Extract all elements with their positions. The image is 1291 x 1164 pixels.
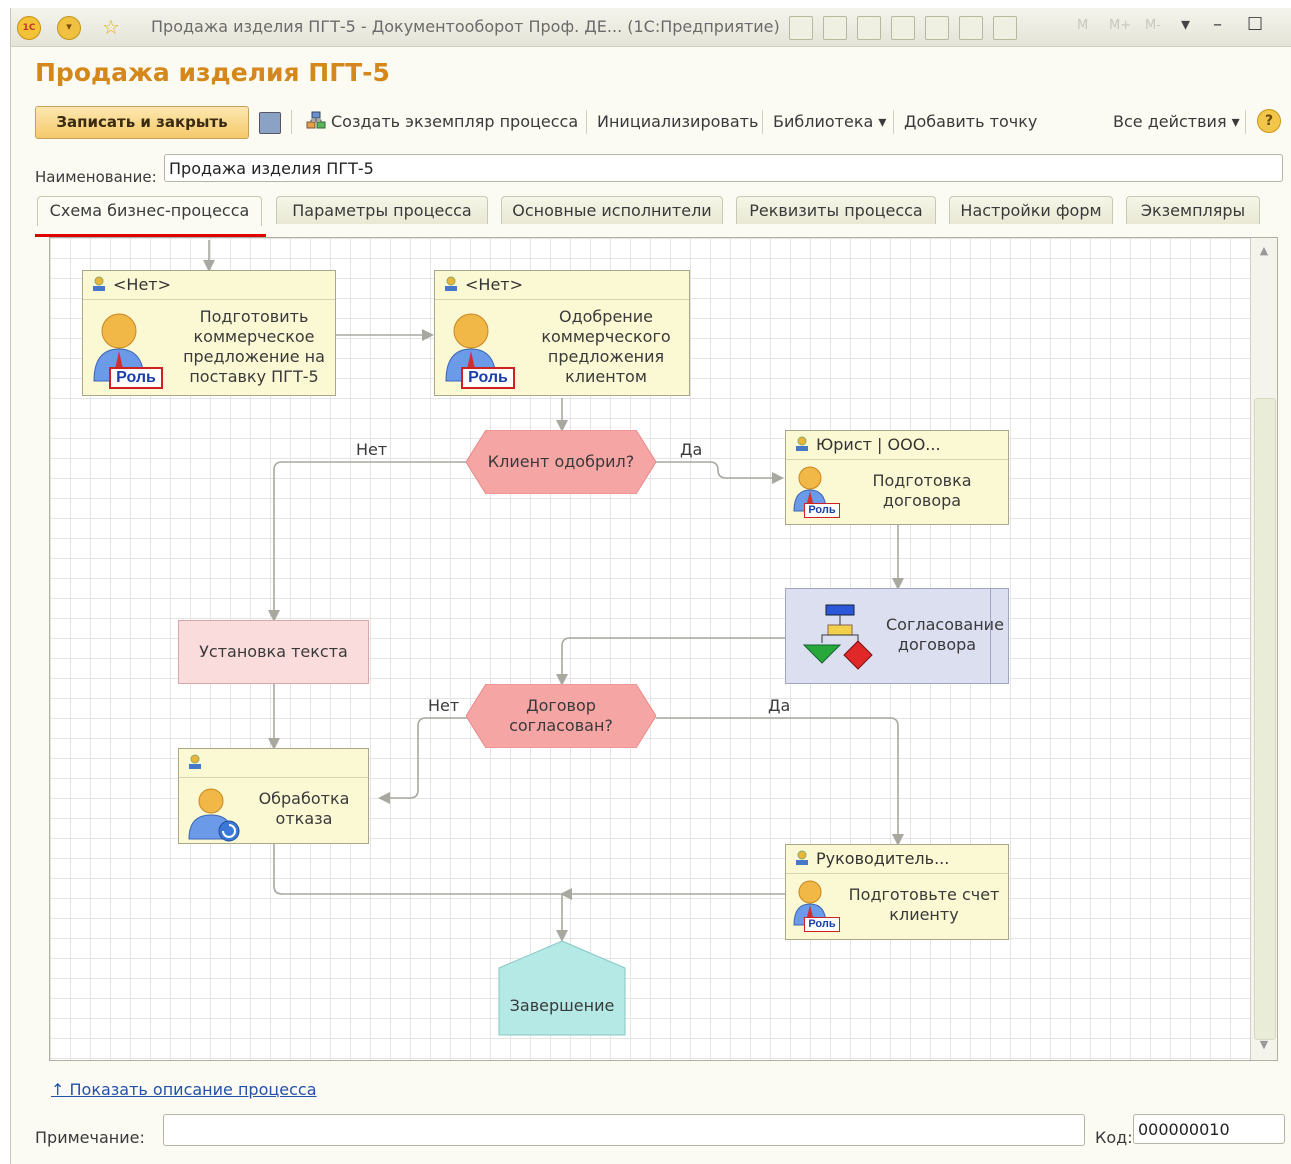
task-prepare-contract[interactable]: Юрист | ООО... Роль Подготовка договора bbox=[785, 430, 1009, 525]
end-text: Завершение bbox=[509, 996, 615, 1015]
process-instance-icon bbox=[306, 111, 326, 129]
action-text: Установка текста bbox=[199, 642, 348, 661]
toolbar-separator bbox=[762, 110, 763, 134]
app-window: 1С ▾ ☆ Продажа изделия ПГТ-5 - Документо… bbox=[10, 8, 1291, 1164]
task-prepare-invoice[interactable]: Руководитель... Роль Подготовьте счет кл… bbox=[785, 844, 1009, 940]
tab-process-schema[interactable]: Схема бизнес-процесса bbox=[37, 196, 262, 226]
favorites-icon[interactable] bbox=[925, 16, 949, 40]
subprocess-text: Согласование договора bbox=[886, 615, 1004, 654]
task-text: Одобрение коммерческого предложения клие… bbox=[541, 307, 671, 386]
task-performer-header: Руководитель... bbox=[786, 845, 1008, 874]
toolbar-separator bbox=[893, 110, 894, 134]
task-text: Подготовка договора bbox=[872, 471, 972, 510]
task-performer-name: <Нет> bbox=[113, 275, 172, 294]
branch-yes-label: Да bbox=[768, 696, 791, 715]
save-icon[interactable] bbox=[789, 16, 813, 40]
tab-form-settings[interactable]: Настройки форм bbox=[949, 196, 1113, 224]
tab-main-performers[interactable]: Основные исполнители bbox=[501, 196, 723, 224]
minimize-icon[interactable]: – bbox=[1213, 14, 1222, 35]
page-title: Продажа изделия ПГТ-5 bbox=[35, 58, 390, 87]
end-point[interactable] bbox=[498, 940, 626, 1036]
task-performer-header: <Нет> bbox=[435, 271, 689, 300]
calculator-icon[interactable] bbox=[959, 16, 983, 40]
person-icon bbox=[445, 276, 457, 291]
show-description-link[interactable]: ↑ Показать описание процесса bbox=[51, 1080, 317, 1099]
title-bar: 1С ▾ ☆ Продажа изделия ПГТ-5 - Документо… bbox=[11, 8, 1291, 47]
name-input[interactable]: Продажа изделия ПГТ-5 bbox=[164, 154, 1283, 182]
tab-instances[interactable]: Экземпляры bbox=[1126, 196, 1260, 224]
task-performer-header bbox=[179, 749, 368, 778]
process-diagram-canvas[interactable]: <Нет> Роль Подготовить коммерческое пред… bbox=[49, 237, 1278, 1061]
titlebar-tools bbox=[789, 16, 1017, 40]
dropdown-icon[interactable]: ▾ bbox=[1181, 14, 1190, 35]
maximize-icon[interactable]: ☐ bbox=[1247, 14, 1263, 35]
code-input[interactable]: 000000010 bbox=[1133, 1114, 1285, 1144]
role-badge: Роль bbox=[804, 917, 840, 932]
branch-no-label: Нет bbox=[356, 440, 388, 459]
memory-mplus-button[interactable]: M+ bbox=[1109, 18, 1131, 33]
library-menu-button[interactable]: Библиотека ▾ bbox=[773, 112, 886, 131]
task-performer-name: <Нет> bbox=[465, 275, 524, 294]
user-icon bbox=[188, 788, 240, 842]
task-performer-name: Юрист | ООО... bbox=[816, 435, 941, 454]
preview-icon[interactable] bbox=[857, 16, 881, 40]
initialize-button[interactable]: Инициализировать bbox=[597, 112, 758, 131]
main-menu-icon[interactable]: ▾ bbox=[57, 16, 81, 40]
scroll-up-icon[interactable]: ▲ bbox=[1256, 244, 1272, 260]
task-text: Обработка отказа bbox=[258, 789, 350, 828]
role-badge: Роль bbox=[804, 503, 840, 518]
role-badge: Роль bbox=[461, 367, 515, 389]
print-icon[interactable] bbox=[823, 16, 847, 40]
branch-no-label: Нет bbox=[428, 696, 460, 715]
floppy-save-icon[interactable] bbox=[259, 112, 281, 134]
subprocess-icon bbox=[802, 604, 873, 670]
tab-process-parameters[interactable]: Параметры процесса bbox=[276, 196, 488, 224]
toolbar-separator bbox=[1245, 110, 1246, 134]
subprocess-divider bbox=[990, 589, 991, 683]
task-performer-header: Юрист | ООО... bbox=[786, 431, 1008, 460]
note-label: Примечание: bbox=[35, 1128, 145, 1147]
name-label: Наименование: bbox=[35, 168, 157, 186]
task-text: Подготовить коммерческое предложение на … bbox=[183, 307, 325, 386]
set-text-action[interactable]: Установка текста bbox=[178, 620, 369, 684]
add-point-button[interactable]: Добавить точку bbox=[904, 112, 1037, 131]
toolbar-separator bbox=[586, 110, 587, 134]
decision-text: Договор согласован? bbox=[509, 696, 613, 735]
1c-logo-icon[interactable]: 1С bbox=[17, 16, 41, 40]
task-performer-header: <Нет> bbox=[83, 271, 335, 300]
subprocess-contract-approval[interactable]: Согласование договора bbox=[785, 588, 1009, 684]
help-icon[interactable]: ? bbox=[1257, 109, 1281, 133]
decision-text: Клиент одобрил? bbox=[487, 452, 635, 471]
task-rejection-handling[interactable]: Обработка отказа bbox=[178, 748, 369, 844]
role-badge: Роль bbox=[109, 367, 163, 389]
person-icon bbox=[189, 754, 201, 769]
tab-process-attributes[interactable]: Реквизиты процесса bbox=[736, 196, 936, 224]
branch-yes-label: Да bbox=[680, 440, 703, 459]
scroll-thumb[interactable] bbox=[1254, 398, 1276, 1040]
memory-mminus-button[interactable]: M- bbox=[1145, 18, 1161, 33]
task-client-approval[interactable]: <Нет> Роль Одобрение коммерческого предл… bbox=[434, 270, 690, 396]
person-icon bbox=[796, 436, 808, 451]
all-actions-menu-button[interactable]: Все действия ▾ bbox=[1113, 112, 1240, 131]
write-and-close-button[interactable]: Записать и закрыть bbox=[35, 106, 249, 139]
person-icon bbox=[93, 276, 105, 291]
scroll-down-icon[interactable]: ▼ bbox=[1256, 1038, 1272, 1054]
toolbar-separator bbox=[291, 110, 292, 134]
code-label: Код: bbox=[1095, 1128, 1133, 1147]
favorite-star-icon[interactable]: ☆ bbox=[99, 16, 123, 38]
add-favorite-icon[interactable] bbox=[891, 16, 915, 40]
task-text: Подготовьте счет клиенту bbox=[848, 885, 1000, 924]
note-input[interactable] bbox=[163, 1114, 1085, 1146]
calendar-icon[interactable] bbox=[993, 16, 1017, 40]
command-bar: Записать и закрыть Создать экземпляр про… bbox=[35, 104, 1285, 140]
window-title: Продажа изделия ПГТ-5 - Документооборот … bbox=[151, 17, 780, 36]
vertical-scrollbar[interactable]: ▲ ▼ bbox=[1250, 238, 1277, 1060]
person-icon bbox=[796, 850, 808, 865]
task-performer-name: Руководитель... bbox=[816, 849, 950, 868]
task-prepare-offer[interactable]: <Нет> Роль Подготовить коммерческое пред… bbox=[82, 270, 336, 396]
memory-m-button[interactable]: M bbox=[1077, 18, 1088, 33]
create-instance-button[interactable]: Создать экземпляр процесса bbox=[331, 112, 578, 131]
